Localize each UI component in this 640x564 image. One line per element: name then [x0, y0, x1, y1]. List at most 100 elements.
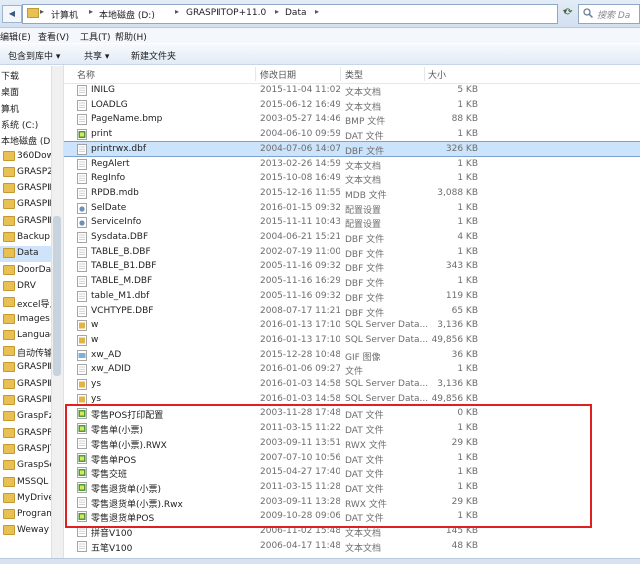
column-header-row: 名称 修改日期 类型 大小	[64, 65, 640, 84]
breadcrumb-drive[interactable]: 本地磁盘 (D:)	[99, 8, 155, 21]
nav-item-label: DRV	[17, 280, 36, 291]
file-row[interactable]: VCHTYPE.DBF 2008-07-17 11:21 DBF 文件 65 KB	[64, 304, 640, 319]
folder-icon	[3, 460, 15, 471]
file-row[interactable]: table_M1.dbf 2005-11-16 09:32 DBF 文件 119 KB	[64, 289, 640, 304]
file-date: 2008-07-17 11:21	[260, 305, 340, 316]
file-row[interactable]: ys 2016-01-03 14:58 SQL Server Data... 3,13…	[64, 377, 640, 392]
document-icon	[77, 290, 87, 302]
file-date: 2016-01-03 14:58	[260, 379, 340, 389]
breadcrumb-grasp[interactable]: GRASPⅡTOP+11.0	[186, 8, 266, 18]
file-type: DBF 文件	[345, 249, 385, 260]
file-type: SQL Server Data...	[345, 334, 429, 345]
folder-icon	[3, 509, 15, 520]
file-type: DAT 文件	[345, 132, 384, 143]
file-type: 文本文档	[345, 102, 382, 113]
file-name: ys	[91, 379, 102, 389]
document-icon	[77, 364, 87, 376]
file-size: 1 KB	[457, 173, 478, 184]
share-button[interactable]: 共享 ▾	[84, 49, 109, 62]
file-type: 文本文档	[345, 88, 382, 98]
file-row[interactable]: RPDB.mdb 2015-12-16 11:55 MDB 文件 3,088 KB	[64, 186, 640, 201]
file-row[interactable]: TABLE_B.DBF 2002-07-19 11:00 DBF 文件 1 KB	[64, 245, 640, 260]
search-placeholder: 搜索 Da	[597, 11, 631, 21]
document-icon	[77, 540, 87, 552]
chevron-right-icon: ▸	[275, 7, 280, 16]
file-type: 文本文档	[345, 176, 382, 187]
file-row[interactable]: 五笔V100 2006-04-17 11:48 文本文档 48 KB	[64, 539, 640, 554]
address-bar[interactable]: ▸ 计算机 ▸ 本地磁盘 (D:) ▸ GRASPⅡTOP+11.0 ▸ Dat…	[22, 4, 567, 24]
file-date: 2016-01-06 09:27	[260, 364, 340, 375]
file-row[interactable]: printrwx.dbf 2004-07-06 14:07 DBF 文件 326 KB	[64, 140, 640, 158]
document-icon	[77, 232, 87, 243]
file-name: LOADLG	[91, 99, 128, 110]
document-icon	[77, 99, 87, 111]
file-row[interactable]: Sysdata.DBF 2004-06-21 15:21 DBF 文件 4 KB	[64, 230, 640, 245]
file-name: ys	[91, 393, 102, 404]
file-row[interactable]: xw_ADID 2016-01-06 09:27 文件 1 KB	[64, 362, 640, 377]
search-input[interactable]: 搜索 Da	[578, 4, 640, 24]
menu-view[interactable]: 查看(V)	[38, 30, 69, 43]
column-date[interactable]: 修改日期	[260, 68, 296, 81]
menu-help[interactable]: 帮助(H)	[115, 30, 147, 43]
nav-item-label: 系统 (C:)	[1, 120, 39, 131]
menu-bar: 编辑(E) 查看(V) 工具(T) 帮助(H)	[0, 28, 640, 43]
command-bar: 包含到库中 ▾ 共享 ▾ 新建文件夹	[0, 44, 640, 65]
file-row[interactable]: w 2016-01-13 17:10 SQL Server Data... 49,85…	[64, 333, 640, 348]
file-size: 3,088 KB	[437, 187, 478, 198]
column-name[interactable]: 名称	[77, 68, 95, 81]
file-row[interactable]: w 2016-01-13 17:10 SQL Server Data... 3,136…	[64, 318, 640, 333]
file-row[interactable]: RegInfo 2015-10-08 16:49 文本文档 1 KB	[64, 171, 640, 186]
search-icon	[583, 8, 593, 18]
file-row[interactable]: TABLE_B1.DBF 2005-11-16 09:32 DBF 文件 343 KB	[64, 259, 640, 274]
menu-edit[interactable]: 编辑(E)	[0, 30, 31, 43]
file-type: GIF 图像	[345, 352, 381, 363]
column-divider[interactable]	[340, 67, 341, 81]
file-row[interactable]: TABLE_M.DBF 2005-11-16 16:29 DBF 文件 1 KB	[64, 274, 640, 289]
refresh-icon[interactable]: ⟳	[561, 6, 576, 20]
file-row[interactable]: PageName.bmp 2003-05-27 14:46 BMP 文件 88 KB	[64, 112, 640, 127]
file-type: SQL Server Data...	[345, 379, 429, 389]
file-row[interactable]: SelDate 2016-01-15 09:32 配置设置 1 KB	[64, 201, 640, 216]
highlight-box	[65, 404, 592, 528]
folder-icon	[3, 264, 15, 275]
file-row[interactable]: INILG 2015-11-04 11:02 文本文档 5 KB	[64, 83, 640, 98]
breadcrumb-data[interactable]: Data	[285, 8, 307, 18]
file-name: ServiceInfo	[91, 217, 142, 228]
file-date: 2003-05-27 14:46	[260, 114, 340, 125]
back-button[interactable]: ◀	[2, 5, 22, 23]
file-name: 五笔V100	[91, 543, 133, 554]
breadcrumb-computer[interactable]: 计算机	[51, 8, 78, 21]
file-name: TABLE_B1.DBF	[91, 261, 157, 272]
file-row[interactable]: print 2004-06-10 09:59 DAT 文件 1 KB	[64, 127, 640, 142]
menu-tools[interactable]: 工具(T)	[80, 30, 111, 43]
settings-file-icon	[77, 217, 87, 229]
nav-item-label: 本地磁盘 (D:)	[1, 137, 57, 148]
file-row[interactable]: RegAlert 2013-02-26 14:59 文本文档 1 KB	[64, 157, 640, 172]
file-size: 49,856 KB	[431, 334, 478, 345]
file-row[interactable]: xw_AD 2015-12-28 10:48 GIF 图像 36 KB	[64, 348, 640, 363]
folder-icon	[3, 150, 15, 161]
file-date: 2016-01-13 17:10	[260, 334, 340, 345]
nav-item-label: 桌面	[1, 88, 20, 99]
document-icon	[77, 276, 87, 287]
document-icon	[77, 85, 87, 96]
new-folder-button[interactable]: 新建文件夹	[131, 49, 176, 62]
column-divider[interactable]	[424, 67, 425, 81]
column-type[interactable]: 类型	[345, 68, 363, 81]
file-size: 1 KB	[457, 99, 478, 110]
file-name: RPDB.mdb	[91, 187, 139, 198]
scrollbar-thumb[interactable]	[53, 216, 61, 376]
column-size[interactable]: 大小	[428, 68, 446, 81]
folder-icon	[3, 248, 15, 259]
file-row[interactable]: LOADLG 2015-06-12 16:49 文本文档 1 KB	[64, 98, 640, 113]
column-divider[interactable]	[255, 67, 256, 81]
address-bar-region: ◀ ▸ 计算机 ▸ 本地磁盘 (D:) ▸ GRASPⅡTOP+11.0 ▸ D…	[0, 0, 640, 28]
chevron-right-icon: ▸	[40, 7, 45, 16]
folder-icon	[3, 183, 15, 194]
include-in-library-button[interactable]: 包含到库中 ▾	[8, 49, 60, 62]
file-row[interactable]: ServiceInfo 2015-11-11 10:43 配置设置 1 KB	[64, 215, 640, 230]
folder-icon	[3, 297, 15, 308]
nav-scrollbar[interactable]	[51, 66, 63, 558]
file-date: 2013-02-26 14:59	[260, 158, 340, 169]
document-icon	[77, 261, 87, 273]
